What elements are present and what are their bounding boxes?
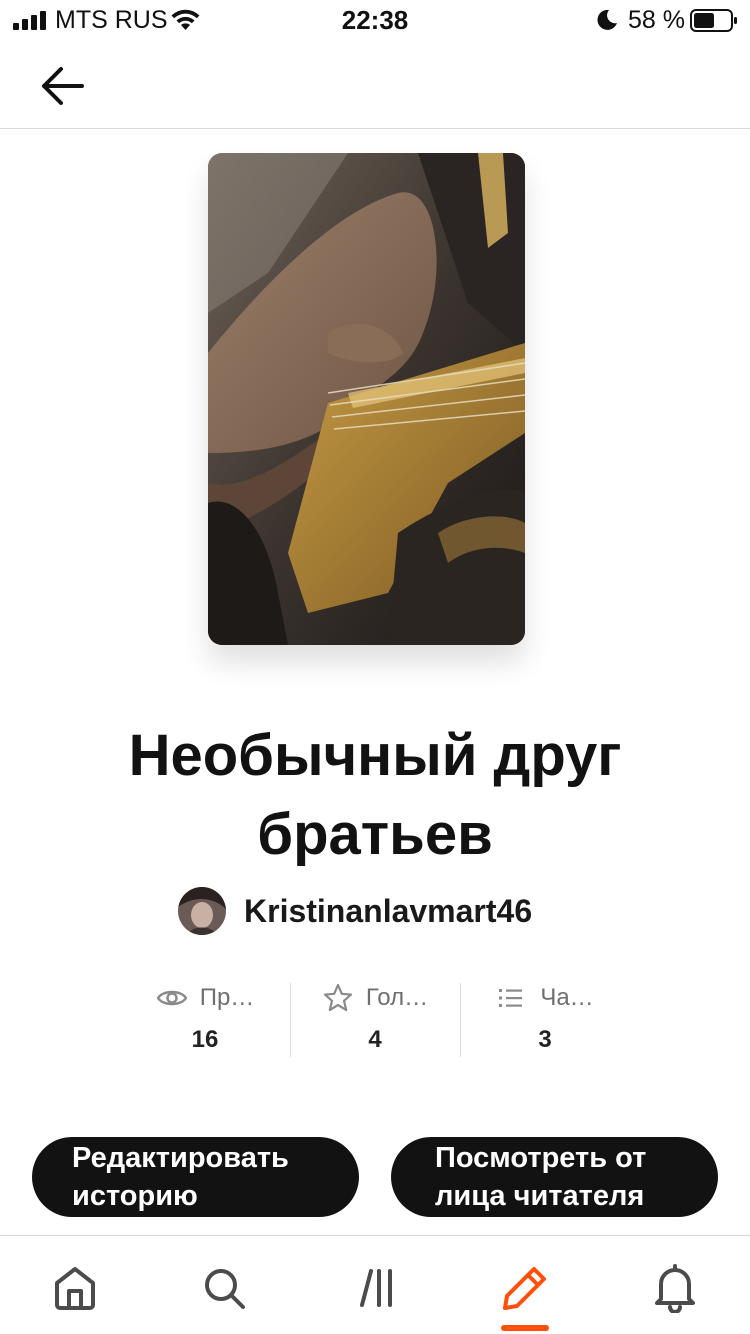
cover-image	[208, 153, 525, 645]
stat-reads: Пр… 16	[120, 980, 290, 1060]
stat-value: 4	[368, 1026, 382, 1053]
list-icon	[499, 989, 523, 1007]
stat-votes: Гол… 4	[290, 980, 460, 1060]
stat-value: 16	[191, 1026, 219, 1053]
story-cover[interactable]	[208, 153, 525, 645]
story-stats: Пр… 16 Гол… 4 Ча… 3	[120, 980, 630, 1060]
bell-icon	[655, 1264, 695, 1313]
pencil-icon	[503, 1267, 546, 1310]
battery-percent: 58 %	[628, 6, 685, 34]
stat-parts: Ча… 3	[460, 980, 630, 1060]
nav-library[interactable]	[347, 1258, 407, 1318]
story-title: Необычный друг братьев	[128, 723, 622, 867]
top-bar	[0, 42, 750, 129]
nav-search[interactable]	[194, 1258, 254, 1318]
nav-write[interactable]	[495, 1258, 555, 1318]
back-button[interactable]	[30, 58, 94, 114]
arrow-left-icon	[42, 67, 84, 105]
active-tab-indicator	[501, 1325, 549, 1331]
author-name: Kristinanlavmart46	[244, 892, 533, 929]
library-icon	[360, 1269, 392, 1307]
avatar	[178, 887, 226, 935]
stat-label: Ча…	[540, 984, 594, 1011]
star-icon	[323, 983, 352, 1012]
stat-value: 3	[538, 1026, 552, 1053]
stat-label: Пр…	[199, 984, 255, 1011]
bottom-nav	[0, 1235, 750, 1334]
battery-icon	[690, 9, 737, 32]
search-icon	[205, 1269, 245, 1309]
edit-story-button[interactable]: Редактировать историю	[32, 1137, 359, 1217]
moon-icon	[597, 9, 617, 30]
eye-icon	[156, 990, 187, 1006]
nav-home[interactable]	[45, 1258, 105, 1318]
status-bar: MTS RUS 22:38 58 %	[0, 0, 750, 42]
author-link[interactable]: Kristinanlavmart46	[178, 886, 532, 936]
nav-notifications[interactable]	[645, 1258, 705, 1318]
stat-label: Гол…	[365, 984, 429, 1011]
reader-preview-button[interactable]: Посмотреть от лица читателя	[391, 1137, 718, 1217]
home-icon	[55, 1267, 95, 1310]
